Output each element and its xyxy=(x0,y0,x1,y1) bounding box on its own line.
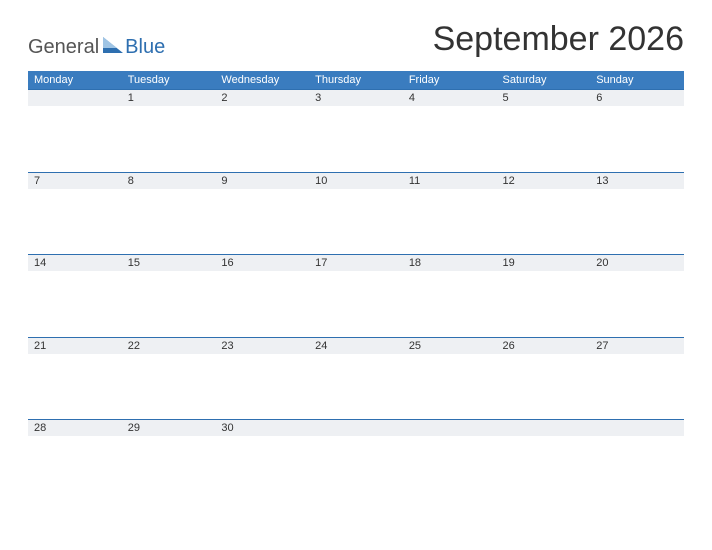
logo-text-blue: Blue xyxy=(125,36,165,59)
logo-text-general: General xyxy=(28,36,99,59)
day-header: Tuesday xyxy=(122,71,216,90)
date-cell: 15 xyxy=(122,255,216,272)
date-cell: 17 xyxy=(309,255,403,272)
date-cell: 24 xyxy=(309,337,403,354)
header: General Blue September 2026 xyxy=(28,20,684,59)
date-cell: 3 xyxy=(309,90,403,107)
week-body xyxy=(28,436,684,502)
week-dates: 7 8 9 10 11 12 13 xyxy=(28,172,684,189)
date-cell: 18 xyxy=(403,255,497,272)
date-cell: 22 xyxy=(122,337,216,354)
week-body xyxy=(28,354,684,420)
day-header: Monday xyxy=(28,71,122,90)
date-cell: 4 xyxy=(403,90,497,107)
week-body xyxy=(28,271,684,337)
day-header: Friday xyxy=(403,71,497,90)
week-body xyxy=(28,106,684,172)
date-cell: 16 xyxy=(215,255,309,272)
day-header: Thursday xyxy=(309,71,403,90)
week-dates: 21 22 23 24 25 26 27 xyxy=(28,337,684,354)
date-cell: 23 xyxy=(215,337,309,354)
date-cell: 29 xyxy=(122,420,216,437)
date-cell: 26 xyxy=(497,337,591,354)
date-cell: 2 xyxy=(215,90,309,107)
date-cell: 20 xyxy=(590,255,684,272)
date-cell: 10 xyxy=(309,172,403,189)
week-body xyxy=(28,189,684,255)
date-cell: 11 xyxy=(403,172,497,189)
day-header: Wednesday xyxy=(215,71,309,90)
date-cell: 8 xyxy=(122,172,216,189)
date-cell: 13 xyxy=(590,172,684,189)
logo-triangle-icon xyxy=(103,36,123,59)
calendar-grid: Monday Tuesday Wednesday Thursday Friday… xyxy=(28,71,684,502)
date-cell: 27 xyxy=(590,337,684,354)
day-header: Saturday xyxy=(497,71,591,90)
date-cell: 9 xyxy=(215,172,309,189)
date-cell: 1 xyxy=(122,90,216,107)
date-cell: 19 xyxy=(497,255,591,272)
date-cell: 25 xyxy=(403,337,497,354)
logo: General Blue xyxy=(28,36,165,59)
date-cell: 6 xyxy=(590,90,684,107)
date-cell: 21 xyxy=(28,337,122,354)
date-cell xyxy=(590,420,684,437)
date-cell: 14 xyxy=(28,255,122,272)
day-header: Sunday xyxy=(590,71,684,90)
date-cell: 5 xyxy=(497,90,591,107)
calendar-title: September 2026 xyxy=(433,20,684,59)
date-cell: 28 xyxy=(28,420,122,437)
week-dates: 1 2 3 4 5 6 xyxy=(28,90,684,107)
date-cell: 7 xyxy=(28,172,122,189)
date-cell: 12 xyxy=(497,172,591,189)
week-dates: 28 29 30 xyxy=(28,420,684,437)
week-dates: 14 15 16 17 18 19 20 xyxy=(28,255,684,272)
date-cell xyxy=(403,420,497,437)
day-header-row: Monday Tuesday Wednesday Thursday Friday… xyxy=(28,71,684,90)
date-cell xyxy=(309,420,403,437)
date-cell: 30 xyxy=(215,420,309,437)
date-cell xyxy=(28,90,122,107)
date-cell xyxy=(497,420,591,437)
